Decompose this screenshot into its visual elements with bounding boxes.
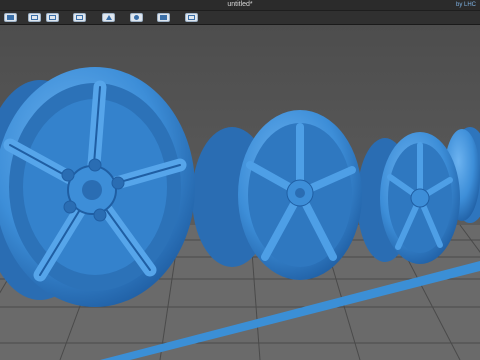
select-button[interactable] <box>4 13 17 22</box>
solid-view-button[interactable] <box>157 13 170 22</box>
shading-icon <box>134 15 139 20</box>
wheel-model-1 <box>0 67 195 307</box>
view-top-icon <box>76 15 83 20</box>
view-front-button[interactable] <box>28 13 41 22</box>
wheel-model-2 <box>192 110 362 280</box>
view-side-button[interactable] <box>46 13 59 22</box>
3d-viewport[interactable] <box>0 25 480 360</box>
toolbar <box>0 11 480 25</box>
wheel-model-3 <box>357 132 460 264</box>
frame-view-icon <box>188 15 195 20</box>
view-top-button[interactable] <box>73 13 86 22</box>
perspective-icon <box>106 15 112 20</box>
title-bar: untitled* by LHC <box>0 0 480 11</box>
perspective-button[interactable] <box>102 13 115 22</box>
frame-view-button[interactable] <box>185 13 198 22</box>
view-side-icon <box>49 15 56 20</box>
shading-button[interactable] <box>130 13 143 22</box>
window-title: untitled* <box>227 1 253 8</box>
view-front-icon <box>31 15 38 20</box>
solid-view-icon <box>160 15 167 20</box>
select-icon <box>7 15 14 20</box>
scene <box>0 25 480 360</box>
author-link[interactable]: by LHC <box>456 0 476 10</box>
